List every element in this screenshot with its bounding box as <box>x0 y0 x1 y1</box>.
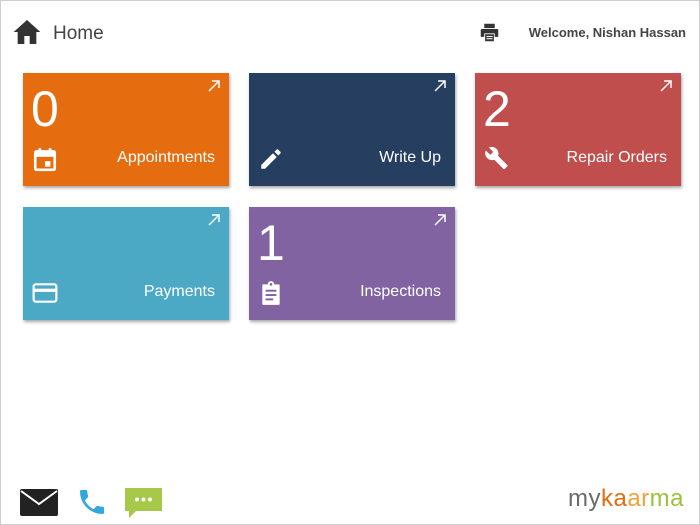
repair-orders-count: 2 <box>483 81 511 137</box>
mykaarma-logo: mykaarma <box>568 485 684 513</box>
chat-icon[interactable] <box>124 487 163 519</box>
tile-label: Appointments <box>117 149 215 166</box>
page-title[interactable]: Home <box>53 23 104 45</box>
logo-part: my <box>567 485 601 512</box>
logo-part: ma <box>649 485 684 512</box>
tile-repair-orders[interactable]: 2 Repair Orders <box>475 73 681 186</box>
tile-write-up[interactable]: Write Up <box>249 73 455 186</box>
tile-label: Inspections <box>360 283 441 300</box>
header-bar: Home Welcome, Nishan Hassan <box>1 1 700 61</box>
logo-part: ar <box>627 485 650 512</box>
inspections-count: 1 <box>257 215 285 271</box>
appointments-count: 0 <box>31 81 59 137</box>
tile-payments[interactable]: Payments <box>23 207 229 320</box>
expand-arrow-icon[interactable] <box>659 79 673 93</box>
tile-appointments[interactable]: 0 Appointments <box>23 73 229 186</box>
clipboard-icon <box>262 281 280 305</box>
tile-label: Repair Orders <box>566 149 667 166</box>
expand-arrow-icon[interactable] <box>207 79 221 93</box>
logo-part: ka <box>600 485 628 512</box>
tile-inspections[interactable]: 1 Inspections <box>249 207 455 320</box>
credit-card-icon <box>32 283 58 303</box>
tile-label: Write Up <box>379 149 441 166</box>
wrench-icon <box>485 146 508 170</box>
expand-arrow-icon[interactable] <box>433 79 447 93</box>
pencil-icon <box>261 149 281 169</box>
tile-label: Payments <box>143 283 215 300</box>
expand-arrow-icon[interactable] <box>207 213 221 227</box>
home-icon[interactable] <box>11 16 43 48</box>
welcome-text: Welcome, Nishan Hassan <box>528 25 686 40</box>
expand-arrow-icon[interactable] <box>433 213 447 227</box>
phone-icon[interactable] <box>75 486 109 518</box>
mail-icon[interactable] <box>20 489 58 516</box>
printer-icon[interactable] <box>479 22 500 43</box>
calendar-icon <box>33 148 57 172</box>
